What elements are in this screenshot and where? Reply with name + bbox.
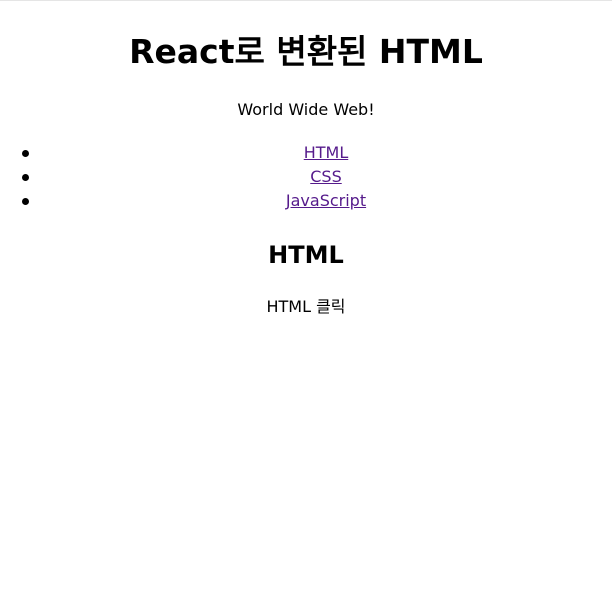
bullet-icon: [22, 174, 29, 181]
nav-item-html: HTML: [22, 141, 612, 165]
bullet-icon: [22, 150, 29, 157]
nav-link-css[interactable]: CSS: [310, 167, 341, 186]
article-body: HTML 클릭: [266, 297, 346, 316]
topic-nav-list: HTML CSS JavaScript: [0, 141, 612, 213]
nav-link-javascript[interactable]: JavaScript: [286, 191, 366, 210]
page-title: React로 변환된 HTML: [129, 32, 483, 71]
bullet-icon: [22, 198, 29, 205]
page-tagline: World Wide Web!: [237, 100, 375, 119]
nav-item-javascript: JavaScript: [22, 189, 612, 213]
window-top-border: [0, 0, 612, 1]
nav-item-css: CSS: [22, 165, 612, 189]
nav-link-html[interactable]: HTML: [304, 143, 349, 162]
article-title: HTML: [268, 241, 344, 269]
